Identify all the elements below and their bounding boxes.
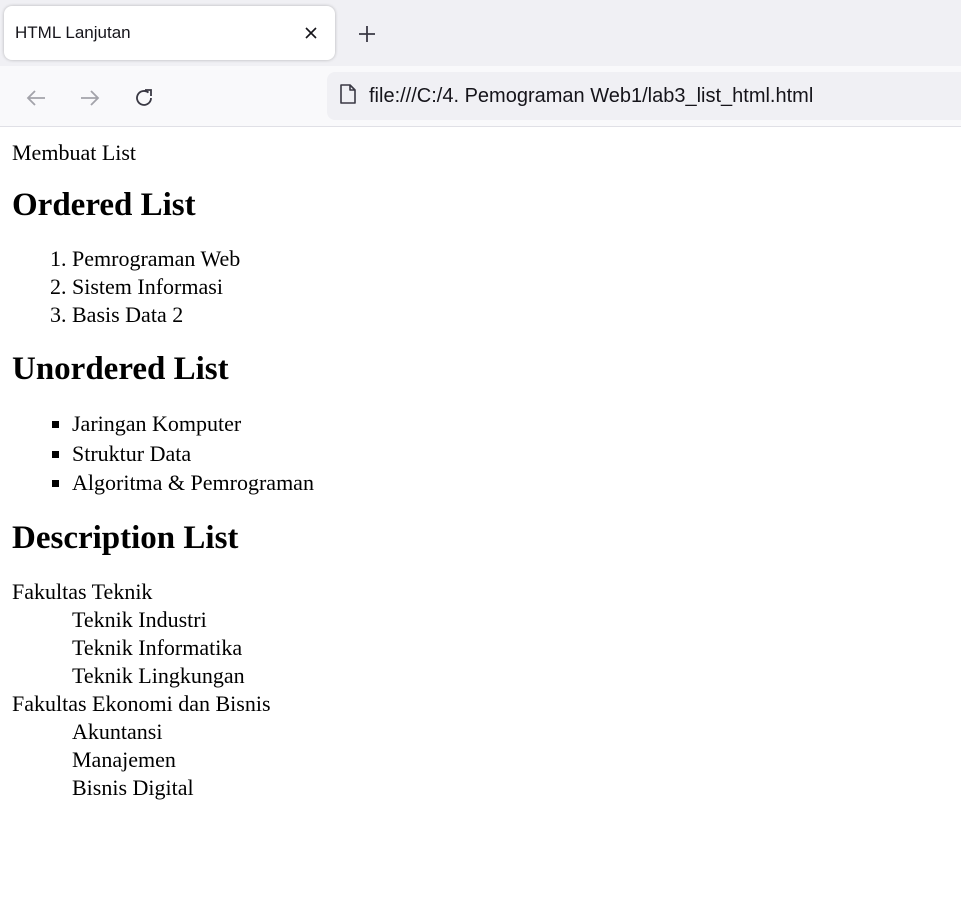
url-text: file:///C:/4. Pemograman Web1/lab3_list_… <box>369 84 814 107</box>
list-item: Pemrograman Web <box>72 245 949 273</box>
list-item: Sistem Informasi <box>72 273 949 301</box>
navigation-bar: file:///C:/4. Pemograman Web1/lab3_list_… <box>0 66 961 127</box>
plus-icon[interactable] <box>346 14 388 54</box>
description-list: Fakultas Teknik Teknik Industri Teknik I… <box>12 578 949 802</box>
intro-text: Membuat List <box>12 140 137 165</box>
ordered-list: Pemrograman Web Sistem Informasi Basis D… <box>12 245 949 329</box>
list-item: Struktur Data <box>72 439 949 469</box>
url-bar[interactable]: file:///C:/4. Pemograman Web1/lab3_list_… <box>327 72 961 120</box>
description-definition: Akuntansi <box>72 718 163 744</box>
description-definition: Teknik Informatika <box>72 634 243 660</box>
description-term: Fakultas Ekonomi dan Bisnis <box>12 690 271 716</box>
reload-icon[interactable] <box>124 80 164 116</box>
file-icon <box>339 83 357 110</box>
ordered-list-heading: Ordered List <box>12 187 196 223</box>
description-list-heading: Description List <box>12 519 239 556</box>
description-definition: Teknik Industri <box>72 606 207 632</box>
list-item: Algoritma & Pemrograman <box>72 468 949 498</box>
description-definition: Teknik Lingkungan <box>72 662 245 688</box>
arrow-right-icon[interactable] <box>70 80 110 116</box>
active-tab[interactable]: HTML Lanjutan <box>4 6 335 60</box>
tab-bar: HTML Lanjutan <box>0 0 961 66</box>
list-item: Basis Data 2 <box>72 301 949 329</box>
description-definition: Manajemen <box>72 746 176 772</box>
page-content: Membuat List Ordered List Pemrograman We… <box>0 127 961 802</box>
description-term: Fakultas Teknik <box>12 578 153 604</box>
tab-title: HTML Lanjutan <box>15 23 131 42</box>
list-item: Jaringan Komputer <box>72 409 949 439</box>
description-definition: Bisnis Digital <box>72 774 194 800</box>
arrow-left-icon[interactable] <box>16 80 56 116</box>
unordered-list: Jaringan Komputer Struktur Data Algoritm… <box>12 409 949 498</box>
close-icon[interactable] <box>291 13 331 53</box>
unordered-list-heading: Unordered List <box>12 351 229 387</box>
